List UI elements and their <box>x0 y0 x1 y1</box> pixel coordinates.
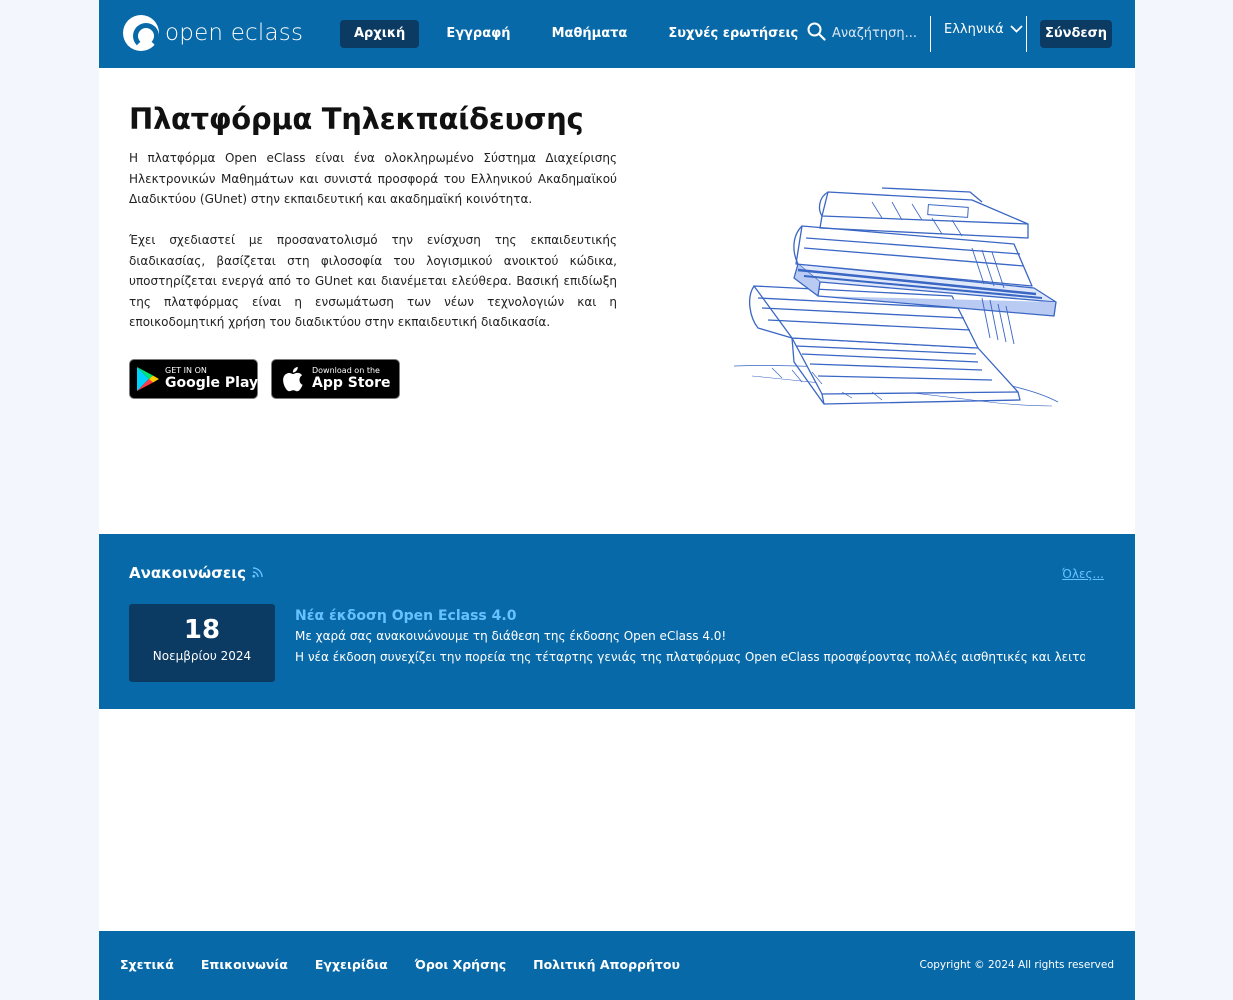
announcement-text: Με χαρά σας ανακοινώνουμε τη διάθεση της… <box>295 629 727 643</box>
language-label: Ελληνικά <box>944 22 1004 37</box>
search-icon[interactable] <box>807 22 826 45</box>
announcement-text: Η νέα έκδοση συνεχίζει την πορεία της τέ… <box>295 650 1085 664</box>
nav-courses[interactable]: Μαθήματα <box>538 20 642 48</box>
search-input[interactable]: Αναζήτηση... <box>832 26 917 41</box>
search-box[interactable]: Αναζήτηση... <box>807 22 917 45</box>
footer-link-contact[interactable]: Επικοινωνία <box>201 957 288 972</box>
page-title: Πλατφόρμα Τηλεκπαίδευσης <box>129 102 584 136</box>
eclass-logo-icon <box>123 15 159 51</box>
google-play-button[interactable]: GET IN ON Google Play <box>129 359 258 399</box>
announcements-title: Ανακοινώσεις <box>129 564 246 582</box>
announcement-title-link[interactable]: Νέα έκδοση Open Eclass 4.0 <box>295 608 516 624</box>
nav-home[interactable]: Αρχική <box>340 20 420 48</box>
intro-paragraph: Η πλατφόρμα Open eClass είναι ένα ολοκλη… <box>129 151 617 206</box>
google-play-icon <box>136 366 160 392</box>
announcements-section: Ανακοινώσεις Όλες... 18 Νοεμβρίου 2024 Ν… <box>99 534 1135 709</box>
app-store-button[interactable]: Download on the App Store <box>271 359 400 399</box>
announcement-month-year: Νοεμβρίου 2024 <box>152 649 252 663</box>
app-store-label: App Store <box>312 375 391 391</box>
apple-icon <box>282 366 304 392</box>
app-store-small-label: Download on the <box>312 366 380 375</box>
language-selector[interactable]: Ελληνικά <box>944 22 1023 37</box>
login-button[interactable]: Σύνδεση <box>1040 20 1112 48</box>
footer-link-privacy[interactable]: Πολιτική Απορρήτου <box>533 957 680 972</box>
google-play-label: Google Play <box>165 375 259 391</box>
footer-link-manuals[interactable]: Εγχειρίδια <box>315 957 388 972</box>
logo-text: open eclass <box>165 20 304 46</box>
nav-faq[interactable]: Συχνές ερωτήσεις <box>654 20 812 48</box>
page: open eclass Αρχική Εγγραφή Μαθήματα Συχν… <box>99 0 1135 1000</box>
announcements-heading: Ανακοινώσεις <box>129 564 263 582</box>
header-divider <box>930 16 931 52</box>
all-announcements-link[interactable]: Όλες... <box>1062 567 1104 581</box>
google-play-small-label: GET IN ON <box>165 366 207 375</box>
rss-icon[interactable] <box>246 564 263 582</box>
announcement-day: 18 <box>183 615 221 645</box>
header-divider <box>1026 16 1027 52</box>
footer-links: Σχετικά Επικοινωνία Εγχειρίδια Όροι Χρήσ… <box>120 957 707 972</box>
footer-link-about[interactable]: Σχετικά <box>120 957 174 972</box>
books-illustration <box>733 187 1059 407</box>
announcement-date: 18 Νοεμβρίου 2024 <box>129 604 275 682</box>
footer: Σχετικά Επικοινωνία Εγχειρίδια Όροι Χρήσ… <box>99 931 1135 1000</box>
footer-link-terms[interactable]: Όροι Χρήσης <box>415 957 506 972</box>
nav-register[interactable]: Εγγραφή <box>432 20 524 48</box>
chevron-down-icon <box>1004 22 1023 37</box>
top-navbar: open eclass Αρχική Εγγραφή Μαθήματα Συχν… <box>99 0 1135 68</box>
main-nav: Αρχική Εγγραφή Μαθήματα Συχνές ερωτήσεις <box>340 20 825 48</box>
intro-paragraph: Έχει σχεδιαστεί με προσανατολισμό την εν… <box>129 233 617 329</box>
open-eclass-logo[interactable]: open eclass <box>123 14 303 52</box>
copyright-text: Copyright © 2024 All rights reserved <box>919 959 1114 971</box>
